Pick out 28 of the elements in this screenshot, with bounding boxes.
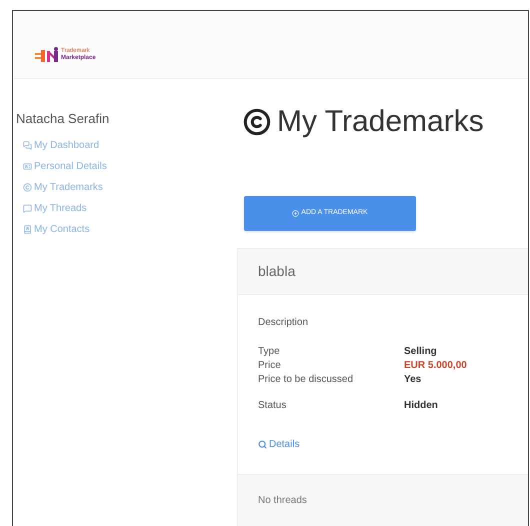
- field-label: Price to be discussed: [258, 372, 354, 386]
- field-value: EUR 5.000,00: [404, 358, 467, 372]
- contacts-icon: [23, 224, 32, 234]
- plus-icon: [292, 210, 300, 217]
- sidebar-link[interactable]: My Dashboard: [23, 134, 237, 156]
- field-label: Type: [258, 344, 281, 358]
- logo-icon: [35, 46, 59, 62]
- threads-icon: [23, 204, 32, 212]
- field-value: Hidden: [404, 398, 438, 412]
- sidebar-link[interactable]: Personal Details: [23, 156, 237, 176]
- details-icon: [23, 162, 32, 170]
- field-label: Price: [258, 358, 282, 372]
- dashboard-icon: [23, 140, 32, 150]
- sidebar-link[interactable]: My Threads: [23, 198, 237, 218]
- trademark-name: blabla: [258, 262, 296, 281]
- field-label: Status: [258, 398, 288, 412]
- sidebar-link[interactable]: My Trademarks: [23, 176, 237, 198]
- copyright-icon: [243, 108, 271, 136]
- details-link[interactable]: Details: [258, 437, 300, 452]
- field-value: Selling: [404, 344, 437, 358]
- sidebar-link[interactable]: My Contacts: [23, 218, 237, 240]
- field-value: Yes: [404, 372, 422, 386]
- user-name: Natacha Serafin: [16, 110, 110, 128]
- search-icon: [258, 440, 267, 449]
- no-threads-text: No threads: [258, 495, 307, 506]
- page-title: My Trademarks: [277, 104, 484, 140]
- trademarks-icon: [23, 182, 32, 192]
- section-label: Description: [258, 316, 310, 330]
